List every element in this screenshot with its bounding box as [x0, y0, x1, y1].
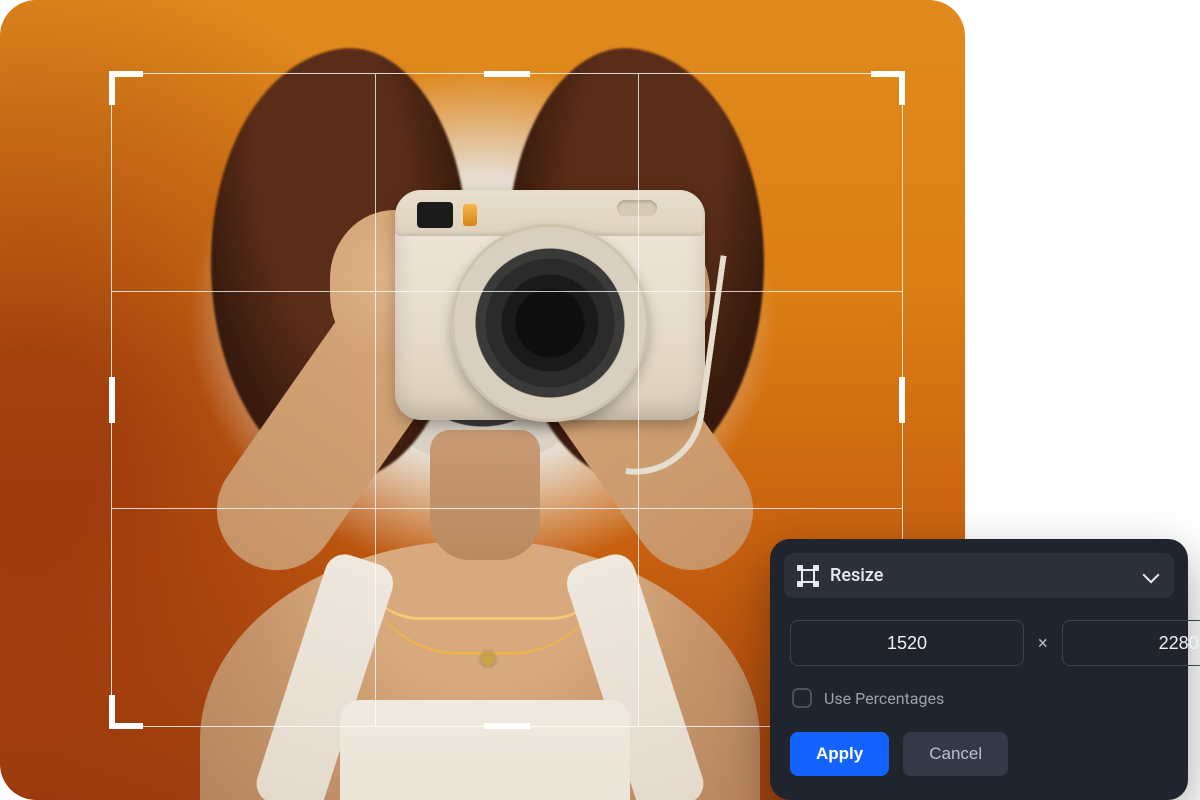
crop-handle-bottom-left[interactable]: [109, 695, 115, 729]
resize-panel: Resize × Use Percentages Apply Cancel: [770, 539, 1188, 800]
chevron-down-icon: [1142, 567, 1160, 585]
crop-handle-top-left[interactable]: [109, 71, 115, 105]
dimension-separator: ×: [1038, 633, 1048, 654]
resize-icon: [798, 566, 818, 586]
cancel-button[interactable]: Cancel: [903, 732, 1008, 776]
crop-handle-top-right[interactable]: [899, 71, 905, 105]
crop-handle-top[interactable]: [484, 71, 530, 77]
resize-panel-title: Resize: [830, 565, 1130, 586]
height-input[interactable]: [1062, 620, 1200, 666]
resize-actions: Apply Cancel: [784, 714, 1174, 780]
crop-handle-left[interactable]: [109, 377, 115, 423]
crop-handle-right[interactable]: [899, 377, 905, 423]
apply-button[interactable]: Apply: [790, 732, 889, 776]
resize-panel-header[interactable]: Resize: [784, 553, 1174, 598]
use-percentages-option[interactable]: Use Percentages: [784, 674, 1174, 714]
resize-dimensions-row: ×: [784, 598, 1174, 674]
width-input[interactable]: [790, 620, 1024, 666]
use-percentages-label: Use Percentages: [824, 689, 944, 708]
use-percentages-checkbox[interactable]: [792, 688, 812, 708]
crop-handle-bottom[interactable]: [484, 723, 530, 729]
